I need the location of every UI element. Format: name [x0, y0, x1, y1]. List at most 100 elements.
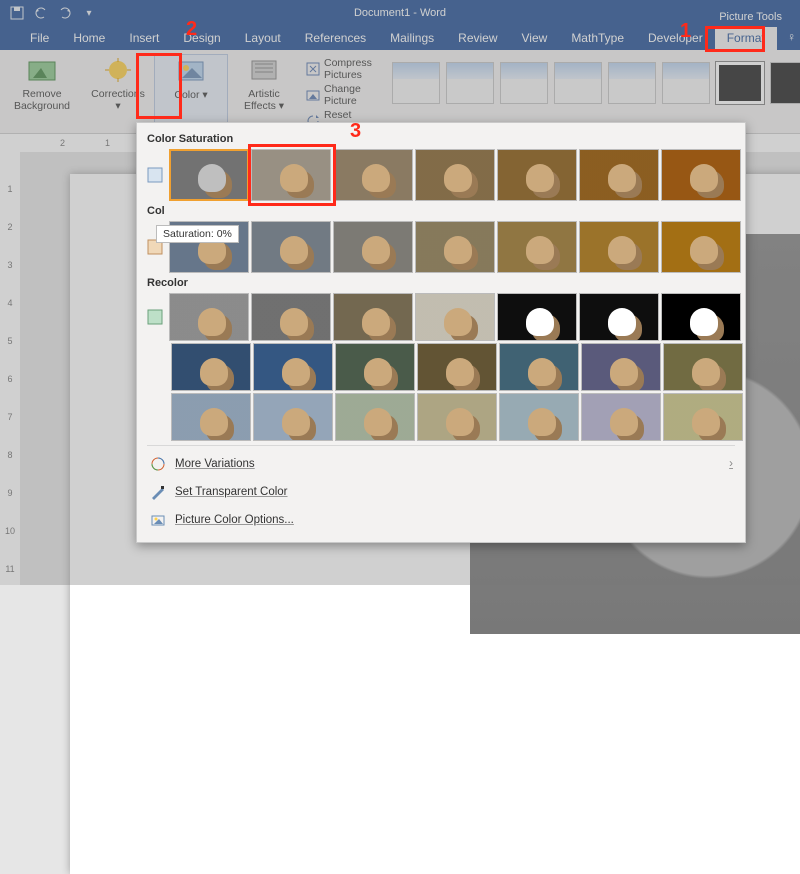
set-transparent-color-item[interactable]: Set Transparent Color	[147, 478, 735, 506]
vertical-ruler: 1234567891011	[0, 152, 20, 585]
change-picture-icon	[306, 87, 320, 103]
picture-style-4[interactable]	[554, 62, 602, 104]
color-thumbnail[interactable]	[661, 221, 741, 273]
color-thumbnail[interactable]	[171, 393, 251, 441]
color-thumbnail[interactable]	[251, 149, 331, 201]
chevron-right-icon: ›	[729, 458, 733, 470]
color-thumbnail[interactable]	[497, 293, 577, 341]
tab-format[interactable]: Format	[715, 27, 777, 50]
ruler-tick: 2	[7, 222, 12, 232]
tab-mathtype[interactable]: MathType	[559, 27, 636, 50]
color-button[interactable]: Color ▾	[161, 57, 221, 101]
corrections-label: Corrections ▾	[88, 88, 148, 112]
saturation-category-icon	[147, 166, 163, 184]
artistic-effects-button[interactable]: Artistic Effects ▾	[234, 56, 294, 112]
color-thumbnail[interactable]	[499, 393, 579, 441]
picture-styles-gallery[interactable]	[384, 54, 800, 104]
ruler-tick: 9	[7, 488, 12, 498]
picture-style-8[interactable]	[770, 62, 800, 104]
picture-style-5[interactable]	[608, 62, 656, 104]
color-thumbnail[interactable]	[171, 343, 251, 391]
color-thumbnail[interactable]	[497, 221, 577, 273]
color-thumbnail[interactable]	[415, 221, 495, 273]
picture-style-1[interactable]	[392, 62, 440, 104]
compress-icon	[306, 61, 320, 77]
color-thumbnail[interactable]	[579, 221, 659, 273]
picture-style-2[interactable]	[446, 62, 494, 104]
remove-bg-icon	[27, 56, 57, 86]
color-thumbnail[interactable]	[333, 293, 413, 341]
redo-icon[interactable]	[58, 6, 72, 20]
tab-view[interactable]: View	[510, 27, 560, 50]
color-thumbnail[interactable]	[579, 149, 659, 201]
color-thumbnail[interactable]	[581, 343, 661, 391]
change-picture-button[interactable]: Change Picture	[306, 82, 374, 108]
color-dropdown-panel: Color Saturation Col Recolor More Variat…	[136, 122, 746, 543]
save-icon[interactable]	[10, 6, 24, 20]
annotation-label-1: 1	[680, 20, 691, 43]
color-thumbnail[interactable]	[497, 149, 577, 201]
tab-file[interactable]: File	[18, 27, 61, 50]
color-thumbnail[interactable]	[663, 393, 743, 441]
tab-mailings[interactable]: Mailings	[378, 27, 446, 50]
color-thumbnail[interactable]	[499, 343, 579, 391]
color-thumbnail[interactable]	[415, 149, 495, 201]
color-thumbnail[interactable]	[581, 393, 661, 441]
color-thumbnail[interactable]	[661, 149, 741, 201]
remove-bg-label: Remove Background	[12, 88, 72, 112]
picture-style-7[interactable]	[716, 62, 764, 104]
picture-style-6[interactable]	[662, 62, 710, 104]
color-thumbnail[interactable]	[253, 343, 333, 391]
tell-me-icon[interactable]: ♀	[787, 30, 796, 44]
recolor-row-1	[169, 293, 741, 341]
recolor-category-icon	[147, 308, 163, 326]
ruler-tick: 4	[7, 298, 12, 308]
color-thumbnail[interactable]	[661, 293, 741, 341]
set-transparent-color-label: Set Transparent Color	[175, 486, 288, 498]
recolor-row-2	[171, 343, 743, 391]
tab-references[interactable]: References	[293, 27, 378, 50]
tab-insert[interactable]: Insert	[117, 27, 171, 50]
quick-access-toolbar: ▾	[0, 6, 96, 20]
picture-color-options-label: Picture Color Options...	[175, 514, 294, 526]
tab-layout[interactable]: Layout	[233, 27, 293, 50]
color-thumbnail[interactable]	[169, 293, 249, 341]
artistic-label: Artistic Effects ▾	[234, 88, 294, 112]
picture-color-options-icon	[149, 511, 167, 529]
color-thumbnail[interactable]	[417, 393, 497, 441]
ruler-tick: 11	[5, 564, 14, 574]
color-thumbnail[interactable]	[663, 343, 743, 391]
change-label: Change Picture	[324, 83, 374, 107]
color-thumbnail[interactable]	[251, 293, 331, 341]
corrections-button[interactable]: Corrections ▾	[88, 56, 148, 112]
tab-design[interactable]: Design	[171, 27, 232, 50]
artistic-icon	[249, 56, 279, 86]
color-thumbnail[interactable]	[335, 343, 415, 391]
ruler-tick: 1	[105, 138, 110, 148]
remove-background-button[interactable]: Remove Background	[12, 56, 72, 112]
tab-developer[interactable]: Developer	[636, 27, 715, 50]
qat-customize-icon[interactable]: ▾	[82, 6, 96, 20]
ruler-tick: 3	[7, 260, 12, 270]
color-thumbnail[interactable]	[253, 393, 333, 441]
color-thumbnail[interactable]	[335, 393, 415, 441]
transparent-color-icon	[149, 483, 167, 501]
color-thumbnail[interactable]	[333, 221, 413, 273]
ruler-tick: 10	[5, 526, 15, 536]
tab-home[interactable]: Home	[61, 27, 117, 50]
saturation-tooltip: Saturation: 0%	[156, 225, 239, 243]
color-thumbnail[interactable]	[415, 293, 495, 341]
undo-icon[interactable]	[34, 6, 48, 20]
more-variations-label: More Variations	[175, 458, 255, 470]
color-thumbnail[interactable]	[333, 149, 413, 201]
tab-review[interactable]: Review	[446, 27, 509, 50]
picture-color-options-item[interactable]: Picture Color Options...	[147, 506, 735, 534]
color-thumbnail[interactable]	[417, 343, 497, 391]
color-thumbnail[interactable]	[169, 149, 249, 201]
more-variations-item[interactable]: More Variations ›	[147, 450, 735, 478]
compress-pictures-button[interactable]: Compress Pictures	[306, 56, 374, 82]
color-thumbnail[interactable]	[251, 221, 331, 273]
picture-style-3[interactable]	[500, 62, 548, 104]
color-icon	[176, 57, 206, 87]
color-thumbnail[interactable]	[579, 293, 659, 341]
